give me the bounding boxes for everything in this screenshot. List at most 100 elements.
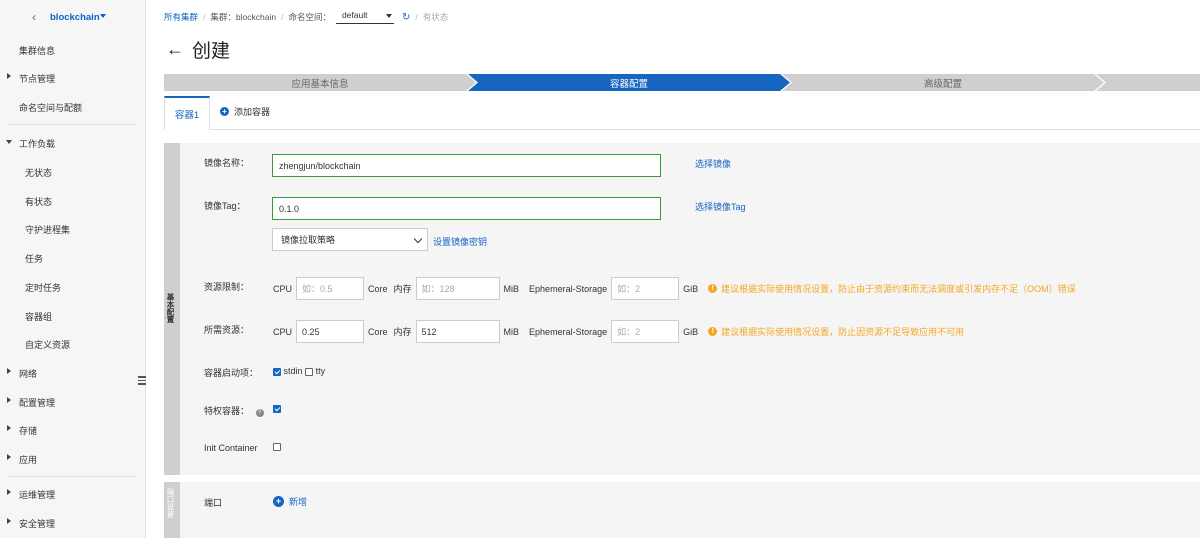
add-port-label: 新增 [289, 497, 308, 507]
cluster-selector[interactable]: ‹ blockchain [0, 0, 146, 35]
sidebar-item-label: 任务 [25, 254, 44, 264]
set-image-secret-link[interactable]: 设置镜像密钥 [433, 235, 487, 248]
sidebar-item-daemonsets[interactable]: 守护进程集 [0, 217, 146, 239]
pull-policy-select[interactable]: 镜像拉取策略 [272, 228, 428, 251]
sidebar-item-cluster-info[interactable]: 集群信息 [0, 38, 146, 60]
warning-icon: ! [708, 284, 718, 293]
startup-options: stdin tty [273, 366, 325, 376]
sidebar-item-statefulsets[interactable]: 有状态 [0, 189, 146, 211]
privileged-label-row: 特权容器： ? [204, 404, 264, 417]
namespace-value: default [341, 10, 368, 20]
port-label: 端口 [204, 498, 223, 508]
step-label: 应用基本信息 [291, 78, 349, 90]
step-label: 容器配置 [609, 78, 648, 90]
request-memory-input[interactable]: 512 [415, 320, 500, 343]
resource-requests-row: CPU 0.25 Core 内存 512 MiB Ephemeral-Stora… [273, 320, 964, 343]
sidebar-item-label: 应用 [19, 455, 38, 465]
sidebar-item-label: 自定义资源 [25, 340, 71, 350]
sidebar-item-label: 安全管理 [19, 519, 56, 529]
image-tag-input[interactable]: 0.1.0 [272, 197, 661, 220]
back-arrow-icon[interactable]: ← [166, 39, 184, 60]
caret-right-icon [7, 425, 11, 431]
caret-right-icon [7, 454, 11, 460]
resource-limits-row: CPU 如：0.5 Core 内存 如：128 MiB Ephemeral-St… [273, 277, 1076, 300]
sidebar-item-cronjobs[interactable]: 定时任务 [0, 275, 146, 297]
stdin-checkbox[interactable] [273, 367, 281, 376]
namespace-select[interactable]: default [335, 10, 394, 24]
basic-config-section: 基本配置 [164, 143, 1200, 475]
section-label-bar: 基本配置 [164, 143, 180, 475]
privileged-checkbox[interactable] [273, 405, 281, 413]
breadcrumb-separator: / [281, 12, 284, 22]
caret-down-icon[interactable] [100, 14, 106, 18]
caret-right-icon [7, 397, 11, 403]
sidebar-item-network[interactable]: 网络 [0, 361, 146, 383]
sidebar-item-ops[interactable]: 运维管理 [0, 482, 146, 504]
tab-container-1[interactable]: 容器1 [164, 96, 210, 130]
collapse-sidebar-icon[interactable] [138, 376, 146, 386]
image-name-input[interactable]: zhengjun/blockchain [272, 154, 661, 177]
limit-warning-text: 建议根据实际使用情况设置，防止由于资源约束而无法调度或引发内存不足（OOM）错误 [721, 284, 1076, 294]
caret-down-icon [6, 140, 12, 144]
divider [8, 476, 136, 477]
mib-unit: MiB [503, 283, 520, 294]
stdin-label: stdin [283, 366, 303, 376]
sidebar-item-custom-resources[interactable]: 自定义资源 [0, 332, 146, 354]
gib-unit: GiB [683, 326, 699, 337]
sidebar-item-apps[interactable]: 应用 [0, 447, 146, 469]
gib-unit: GiB [683, 283, 699, 294]
sidebar-item-nodes[interactable]: 节点管理 [0, 66, 146, 88]
sidebar-item-security[interactable]: 安全管理 [0, 511, 146, 533]
step-bar: 应用基本信息 容器配置 高级配置 [164, 74, 1200, 91]
request-cpu-input[interactable]: 0.25 [296, 320, 365, 343]
add-container-button[interactable]: + 添加容器 [220, 105, 270, 118]
refresh-icon[interactable]: ↻ [402, 12, 410, 23]
image-tag-label: 镜像Tag： [204, 201, 246, 211]
sidebar-item-label: 运维管理 [19, 490, 56, 500]
limit-cpu-input[interactable]: 如：0.5 [296, 277, 365, 300]
sidebar-item-label: 节点管理 [19, 74, 56, 84]
step-container-config: 容器配置 [468, 74, 790, 91]
add-container-label: 添加容器 [234, 107, 271, 117]
port-section: 端口设置 [164, 482, 1200, 538]
choose-image-tag-link[interactable]: 选择镜像Tag [695, 200, 746, 213]
tty-label: tty [315, 366, 326, 376]
breadcrumb: 所有集群 / 集群：blockchain / 命名空间： default ↻ /… [164, 10, 448, 24]
init-container-label: Init Container [204, 443, 258, 453]
privileged-label: 特权容器： [204, 406, 250, 416]
sidebar-item-label: 命名空间与配额 [19, 103, 83, 113]
section-label: 端口设置 [166, 488, 175, 518]
request-warning-text: 建议根据实际使用情况设置，防止因资源不足导致应用不可用 [721, 327, 965, 337]
sidebar-item-label: 存储 [19, 426, 38, 436]
sidebar-item-deployments[interactable]: 无状态 [0, 160, 146, 182]
cpu-label: CPU [273, 283, 293, 294]
choose-image-link[interactable]: 选择镜像 [695, 157, 731, 170]
ephemeral-storage-label: Ephemeral-Storage [529, 326, 608, 337]
chevron-left-icon[interactable]: ‹ [32, 10, 36, 24]
sidebar-item-label: 容器组 [25, 312, 53, 322]
step-advanced-config: 高级配置 [782, 74, 1104, 91]
memory-label: 内存 [393, 327, 412, 337]
tty-checkbox[interactable] [305, 367, 314, 376]
cluster-name[interactable]: blockchain [50, 12, 100, 23]
image-name-label: 镜像名称： [204, 158, 250, 168]
sidebar-item-namespaces[interactable]: 命名空间与配额 [0, 95, 146, 117]
cpu-label: CPU [273, 326, 293, 337]
limit-memory-input[interactable]: 如：128 [415, 277, 500, 300]
sidebar-item-config[interactable]: 配置管理 [0, 390, 146, 412]
sidebar-item-pods[interactable]: 容器组 [0, 304, 146, 326]
request-ephemeral-input[interactable]: 如：2 [611, 320, 680, 343]
help-icon[interactable]: ? [255, 409, 264, 417]
caret-down-icon [385, 14, 392, 18]
add-port-button[interactable]: + 新增 [273, 495, 307, 508]
sidebar-item-storage[interactable]: 存储 [0, 418, 146, 440]
init-container-checkbox[interactable] [273, 443, 281, 451]
core-unit: Core [368, 326, 388, 337]
sidebar-item-label: 定时任务 [25, 283, 62, 293]
caret-right-icon [7, 73, 11, 79]
limit-ephemeral-input[interactable]: 如：2 [611, 277, 680, 300]
memory-label: 内存 [393, 284, 412, 294]
sidebar-item-jobs[interactable]: 任务 [0, 246, 146, 268]
sidebar-item-workloads[interactable]: 工作负载 [0, 131, 146, 153]
breadcrumb-all-clusters[interactable]: 所有集群 [164, 11, 198, 23]
